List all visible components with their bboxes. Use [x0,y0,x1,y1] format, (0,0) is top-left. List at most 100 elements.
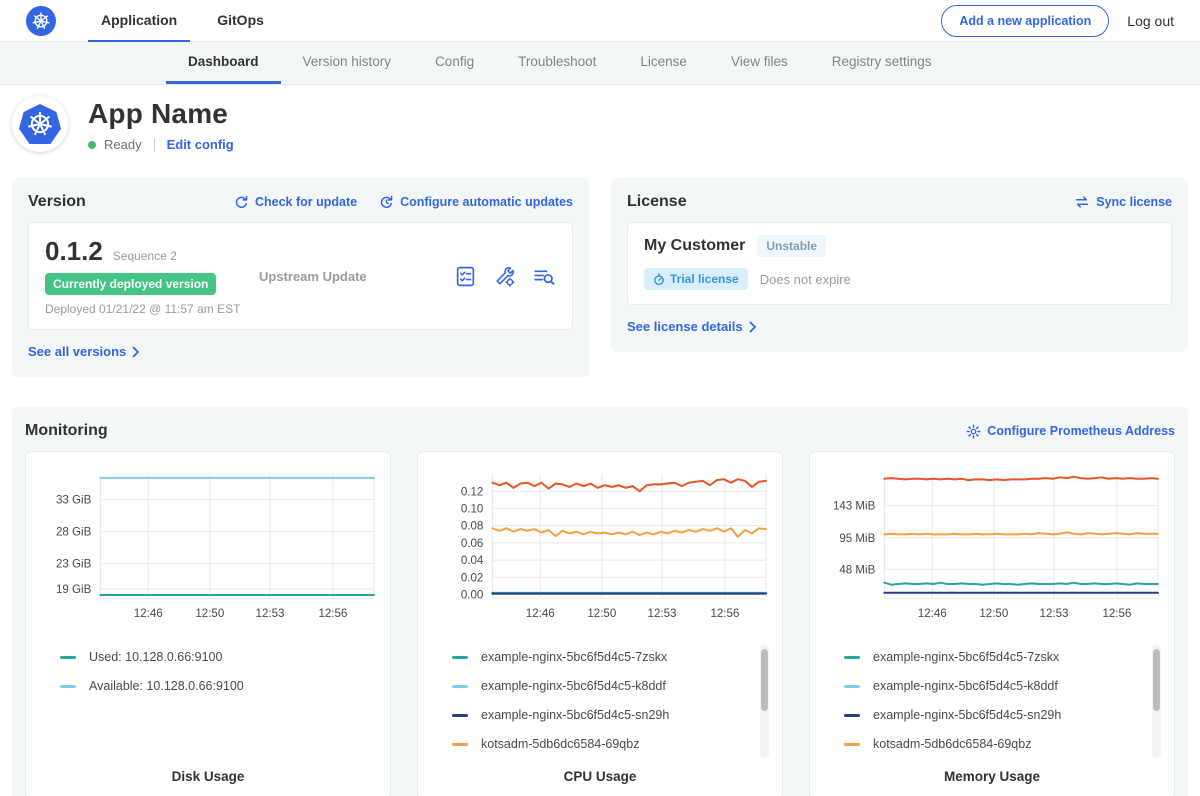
top-navbar: Application GitOps Add a new application … [0,0,1200,42]
main-content: Version Check for update [0,178,1200,796]
legend-color-dash [452,656,468,659]
legend-label: example-nginx-5bc6f5d4c5-sn29h [481,708,669,722]
deployed-timestamp: Deployed 01/21/22 @ 11:57 am EST [45,302,259,316]
kubernetes-heptagon-icon [19,104,61,144]
svg-text:19 GiB: 19 GiB [56,584,92,596]
cpu-usage-legend: example-nginx-5bc6f5d4c5-7zskx example-ng… [452,643,772,761]
version-card: Version Check for update [12,178,589,377]
monitoring-card: Monitoring Configure Prometheus Address [12,407,1188,796]
chevron-right-icon [132,346,140,358]
svg-text:95 MiB: 95 MiB [839,533,875,545]
svg-text:12:56: 12:56 [318,608,347,620]
svg-text:12:46: 12:46 [134,608,163,620]
svg-text:143 MiB: 143 MiB [833,501,876,513]
tab-view-files[interactable]: View files [709,42,810,84]
license-type-badge: Trial license [644,268,748,290]
svg-text:12:56: 12:56 [710,608,739,620]
svg-text:12:53: 12:53 [1040,608,1069,620]
legend-item: Available: 10.128.0.66:9100 [60,672,380,701]
legend-color-dash [452,743,468,746]
stopwatch-icon [653,273,665,286]
check-for-update-link[interactable]: Check for update [234,195,357,210]
tab-version-history[interactable]: Version history [281,42,414,84]
topnav-item-gitops[interactable]: GitOps [204,0,277,42]
svg-text:28 GiB: 28 GiB [56,527,92,539]
tab-registry-settings[interactable]: Registry settings [810,42,954,84]
logout-button[interactable]: Log out [1127,13,1174,29]
customer-name: My Customer [644,237,745,255]
legend-label: example-nginx-5bc6f5d4c5-sn29h [873,708,1061,722]
chart-title: Memory Usage [820,769,1164,784]
kubernetes-logo-icon [26,6,56,36]
tab-dashboard[interactable]: Dashboard [166,42,281,84]
legend-color-dash [844,656,860,659]
legend-item: example-nginx-5bc6f5d4c5-sn29h [844,701,1164,730]
legend-item: example-nginx-5bc6f5d4c5-k8ddf [844,672,1164,701]
topnav-item-application[interactable]: Application [88,0,190,42]
topnav-right: Add a new application Log out [941,5,1174,37]
sync-arrows-icon [1074,195,1090,209]
tab-troubleshoot[interactable]: Troubleshoot [496,42,618,84]
app-tabs-nav: DashboardVersion historyConfigTroublesho… [0,42,1200,85]
scrollbar-thumb[interactable] [761,649,768,711]
legend-scrollbar[interactable] [1152,644,1161,758]
svg-text:12:50: 12:50 [195,608,224,620]
tab-config[interactable]: Config [413,42,496,84]
config-wrench-icon[interactable] [493,265,516,288]
preflight-checklist-icon[interactable] [454,265,477,288]
tab-license[interactable]: License [618,42,709,84]
legend-color-dash [60,656,76,659]
legend-item: kotsadm-5db6dc6584-69qbz [452,730,772,759]
svg-text:0.02: 0.02 [461,572,483,584]
memory-usage-legend: example-nginx-5bc6f5d4c5-7zskx example-ng… [844,643,1164,761]
page-title: App Name [88,98,234,130]
legend-label: Available: 10.128.0.66:9100 [89,679,244,693]
gear-icon [966,424,981,439]
status-dot-icon [88,141,96,149]
svg-text:12:53: 12:53 [648,608,677,620]
legend-color-dash [60,685,76,688]
edit-config-link[interactable]: Edit config [167,137,234,152]
svg-text:12:46: 12:46 [918,608,947,620]
cpu-usage-panel: 12:4612:5012:5312:560.000.020.040.060.08… [417,451,783,796]
legend-item: example-nginx-5bc6f5d4c5-7zskx [844,643,1164,672]
app-status-row: Ready Edit config [88,137,234,152]
view-logs-icon[interactable] [532,265,556,288]
svg-text:48 MiB: 48 MiB [839,564,875,576]
version-heading: Version [28,193,86,211]
refresh-icon [234,195,249,210]
legend-item: kotsadm-5db6dc6584-69qbz [844,730,1164,759]
app-icon [12,96,68,152]
sync-license-link[interactable]: Sync license [1074,195,1172,209]
legend-label: example-nginx-5bc6f5d4c5-7zskx [873,650,1059,664]
configure-prometheus-link[interactable]: Configure Prometheus Address [966,424,1175,439]
svg-text:0.06: 0.06 [461,538,483,550]
see-license-details-link[interactable]: See license details [627,319,757,334]
divider [154,138,155,152]
legend-color-dash [844,685,860,688]
license-summary-row: My Customer Unstable Trial license Does … [627,222,1172,305]
update-type-label: Upstream Update [259,269,454,284]
add-new-application-button[interactable]: Add a new application [941,5,1109,37]
configure-automatic-updates-link[interactable]: Configure automatic updates [379,195,573,210]
chart-title: Disk Usage [36,769,380,784]
legend-label: example-nginx-5bc6f5d4c5-k8ddf [873,679,1058,693]
memory-usage-panel: 12:4612:5012:5312:5648 MiB95 MiB143 MiB … [809,451,1175,796]
legend-label: example-nginx-5bc6f5d4c5-k8ddf [481,679,666,693]
svg-text:12:46: 12:46 [526,608,555,620]
svg-text:12:50: 12:50 [587,608,616,620]
legend-item: Used: 10.128.0.66:9100 [60,643,380,672]
see-all-versions-link[interactable]: See all versions [28,344,140,359]
svg-text:0.10: 0.10 [461,503,483,515]
legend-color-dash [452,685,468,688]
svg-text:12:56: 12:56 [1102,608,1131,620]
scrollbar-thumb[interactable] [1153,649,1160,711]
channel-badge: Unstable [757,235,826,257]
svg-text:0.12: 0.12 [461,486,483,498]
version-number: 0.1.2 [45,236,103,267]
legend-color-dash [844,714,860,717]
disk-usage-chart: 12:4612:5012:5312:5619 GiB23 GiB28 GiB33… [36,464,380,627]
svg-text:23 GiB: 23 GiB [56,559,92,571]
legend-label: example-nginx-5bc6f5d4c5-7zskx [481,650,667,664]
legend-scrollbar[interactable] [760,644,769,758]
